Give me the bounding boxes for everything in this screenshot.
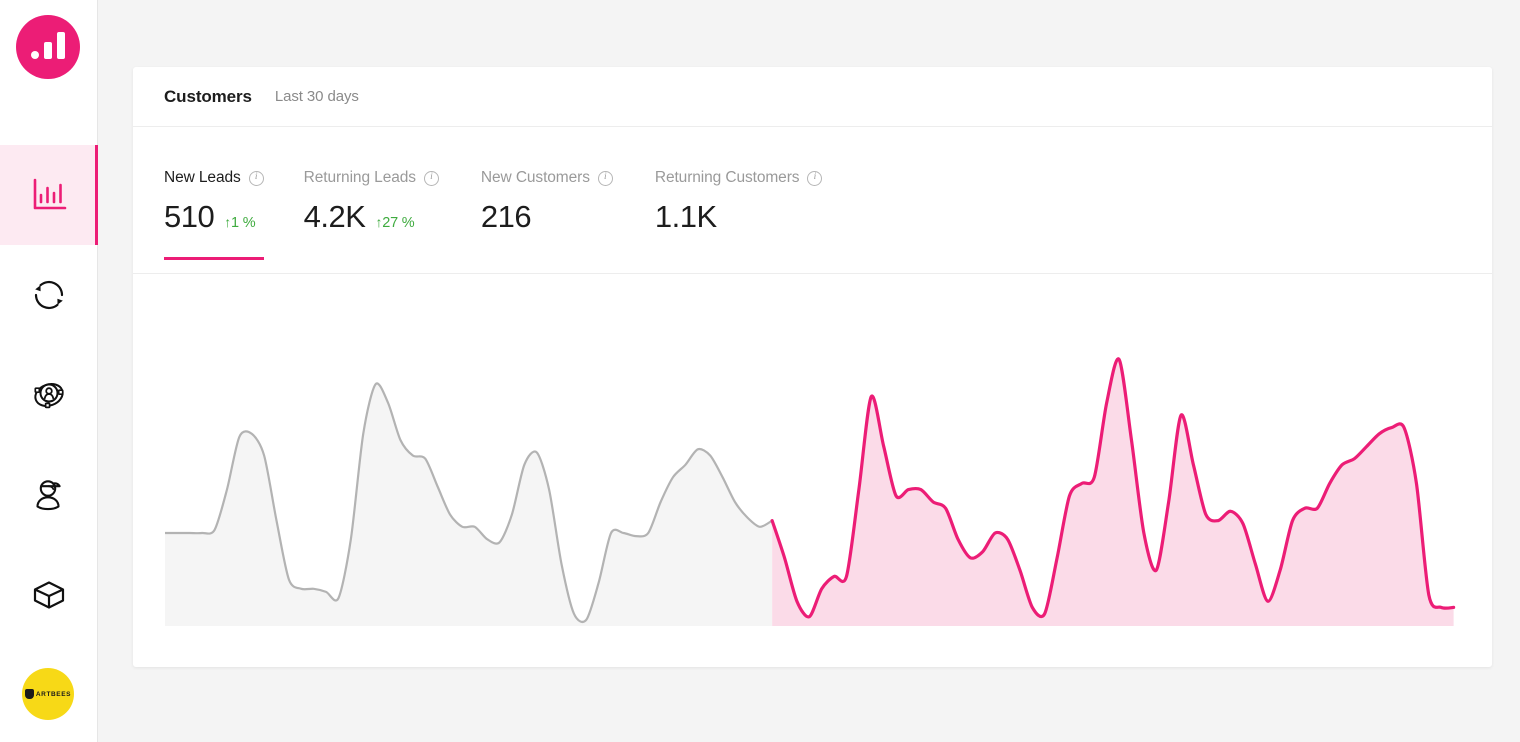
sidebar-item-agents[interactable]: [0, 445, 98, 545]
sidebar-item-audience[interactable]: [0, 345, 98, 445]
avatar[interactable]: ARTBEES: [22, 668, 74, 720]
date-range-label: Last 30 days: [274, 88, 359, 105]
metric-head: Returning Customers i: [655, 168, 823, 188]
metric-active-underline: [164, 257, 264, 260]
refresh-sync-icon: [28, 274, 70, 316]
metric-delta-value: 27 %: [382, 215, 415, 231]
metric-value: 1.1K: [654, 199, 717, 234]
metric-body: 510 ↑1 %: [164, 201, 264, 239]
sidebar: ARTBEES: [0, 0, 98, 742]
metric-tab-returning-customers[interactable]: Returning Customers i 1.1K: [655, 127, 823, 239]
info-icon[interactable]: i: [807, 170, 823, 186]
metric-label: Returning Leads: [303, 169, 416, 186]
cube-box-icon: [28, 574, 70, 616]
sidebar-item-analytics[interactable]: [0, 145, 98, 245]
dashboard-root: ARTBEES Customers Last 30 days New Leads…: [0, 0, 1520, 742]
metric-delta-value: 1 %: [231, 215, 256, 231]
metric-body: 4.2K ↑27 %: [304, 201, 439, 239]
metric-head: Returning Leads i: [304, 168, 439, 188]
user-cap-icon: [28, 474, 70, 516]
metric-value: 4.2K: [303, 199, 366, 234]
metric-body: 1.1K: [655, 201, 823, 239]
metric-delta: ↑27 %: [375, 214, 414, 231]
page-title: Customers: [164, 86, 252, 106]
brand-logo-icon[interactable]: [16, 15, 80, 79]
sidebar-item-sync[interactable]: [0, 245, 98, 345]
artbees-shield-icon: [24, 689, 34, 699]
customers-area-chart[interactable]: [165, 316, 1466, 626]
card-header: Customers Last 30 days: [133, 67, 1492, 127]
metrics-row: New Leads i 510 ↑1 % Returning Leads i 4…: [133, 127, 1492, 274]
customers-card: Customers Last 30 days New Leads i 510 ↑…: [133, 67, 1492, 667]
chart-area: ARTBEES: [133, 274, 1492, 665]
avatar-label: ARTBEES: [35, 690, 72, 698]
metric-label: Returning Customers: [654, 169, 800, 186]
bar-chart-icon: [29, 175, 69, 215]
info-icon[interactable]: i: [423, 170, 439, 186]
info-icon[interactable]: i: [248, 170, 264, 186]
metric-head: New Leads i: [164, 168, 264, 188]
sidebar-nav: [0, 145, 98, 645]
metric-head: New Customers i: [481, 168, 613, 188]
metric-tab-new-customers[interactable]: New Customers i 216: [481, 127, 613, 239]
metric-body: 216: [481, 201, 613, 239]
metric-tab-new-leads[interactable]: New Leads i 510 ↑1 %: [164, 127, 264, 260]
metric-delta: ↑1 %: [224, 214, 255, 231]
info-icon[interactable]: i: [597, 170, 613, 186]
user-network-icon: [28, 374, 70, 416]
sidebar-item-products[interactable]: [0, 545, 98, 645]
metric-value: 216: [480, 199, 532, 234]
metric-label: New Leads: [164, 169, 241, 186]
metric-label: New Customers: [480, 169, 590, 186]
metric-value: 510: [164, 199, 215, 234]
metric-tab-returning-leads[interactable]: Returning Leads i 4.2K ↑27 %: [304, 127, 439, 239]
